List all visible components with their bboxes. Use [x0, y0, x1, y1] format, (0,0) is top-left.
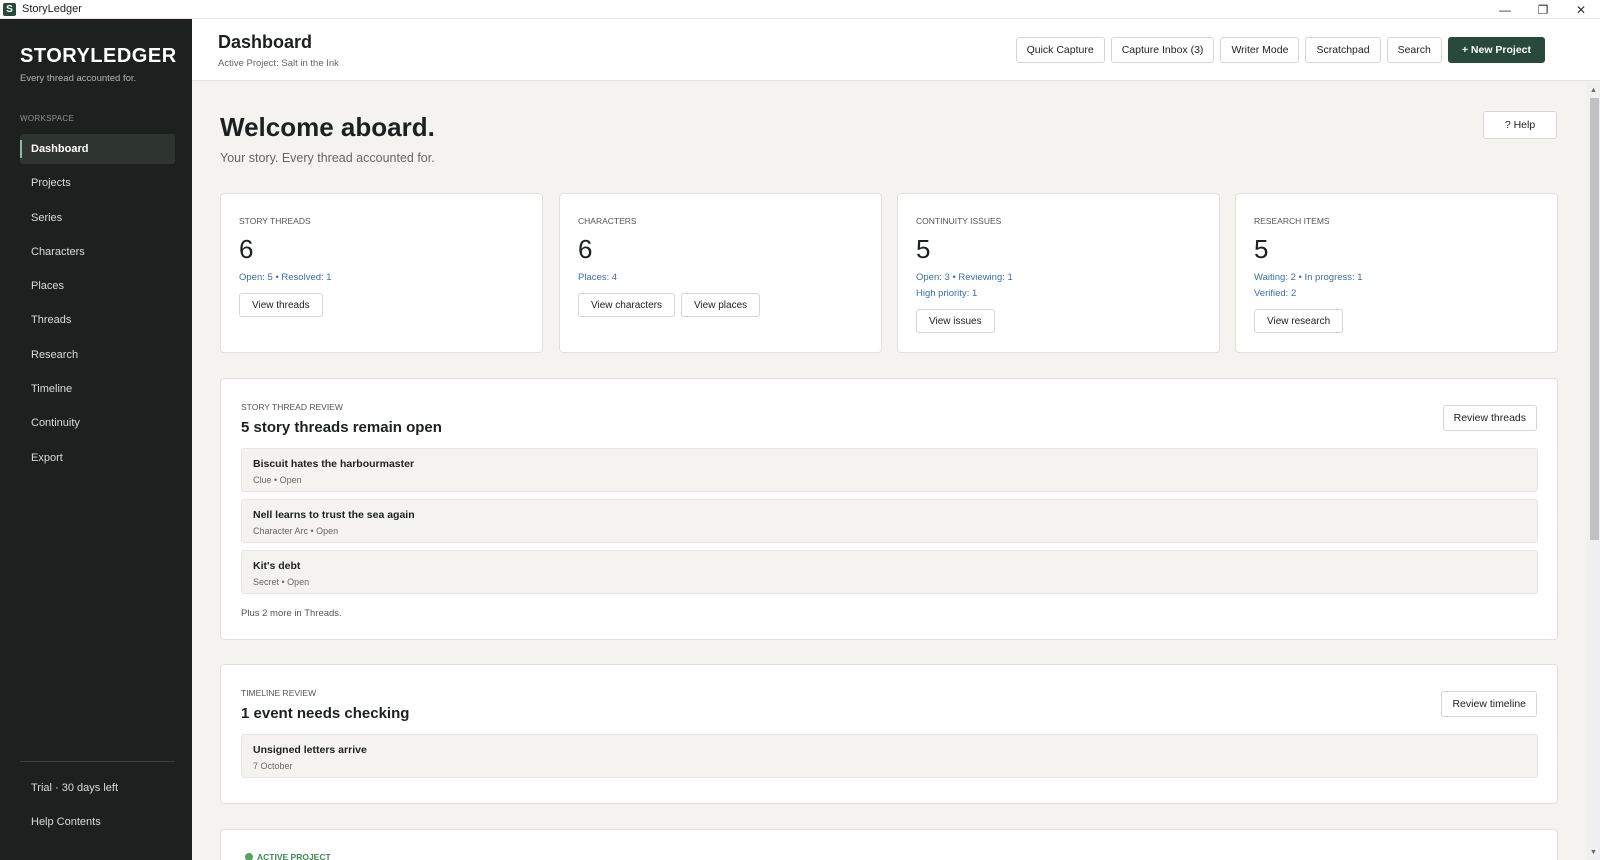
view-threads-button[interactable]: View threads	[239, 293, 323, 317]
stat-label: CONTINUITY ISSUES	[916, 216, 1002, 226]
dashboard-main: Welcome aboard. Your story. Every thread…	[192, 82, 1600, 860]
sidebar-item-series[interactable]: Series	[20, 203, 175, 233]
scratchpad-button[interactable]: Scratchpad	[1305, 37, 1381, 63]
stat-label: RESEARCH ITEMS	[1254, 216, 1330, 226]
thread-row[interactable]: Kit's debt Secret • Open	[241, 550, 1538, 594]
sidebar-item-research[interactable]: Research	[20, 340, 175, 370]
stat-meta-secondary: Verified: 2	[1254, 288, 1297, 299]
view-research-button[interactable]: View research	[1254, 309, 1344, 333]
stat-value: 5	[916, 234, 931, 264]
continuity-issues-card: CONTINUITY ISSUES 5 Open: 3 • Reviewing:…	[897, 193, 1220, 353]
close-icon[interactable]: ✕	[1562, 0, 1600, 19]
thread-title: Nell learns to trust the sea again	[253, 509, 415, 521]
main-scrollbar[interactable]: ▲ ▼	[1587, 82, 1600, 860]
writer-mode-button[interactable]: Writer Mode	[1220, 37, 1300, 63]
help-contents-link[interactable]: Help Contents	[31, 816, 101, 828]
thread-row[interactable]: Biscuit hates the harbourmaster Clue • O…	[241, 448, 1538, 492]
threads-more-note: Plus 2 more in Threads.	[241, 608, 342, 619]
thread-title: Kit's debt	[253, 560, 301, 572]
sidebar-divider	[20, 761, 175, 762]
stat-value: 6	[239, 234, 254, 264]
active-project-subtitle: Active Project: Salt in the Ink	[218, 58, 339, 69]
stat-value: 6	[578, 234, 593, 264]
panel-title: 5 story threads remain open	[241, 419, 442, 436]
sidebar-item-dashboard[interactable]: Dashboard	[20, 134, 175, 164]
new-project-button[interactable]: + New Project	[1447, 37, 1545, 63]
search-button[interactable]: Search	[1386, 37, 1442, 63]
event-title: Unsigned letters arrive	[253, 744, 367, 756]
scroll-up-icon[interactable]: ▲	[1587, 84, 1600, 96]
sidebar-nav: Dashboard Projects Series Characters Pla…	[20, 134, 175, 477]
thread-row[interactable]: Nell learns to trust the sea again Chara…	[241, 499, 1538, 543]
sidebar-item-projects[interactable]: Projects	[20, 168, 175, 198]
stat-meta-secondary: High priority: 1	[916, 288, 978, 299]
characters-card: CHARACTERS 6 Places: 4 View characters V…	[559, 193, 882, 353]
sidebar-item-timeline[interactable]: Timeline	[20, 374, 175, 404]
scroll-down-icon[interactable]: ▼	[1587, 846, 1600, 858]
research-items-card: RESEARCH ITEMS 5 Waiting: 2 • In progres…	[1235, 193, 1558, 353]
review-timeline-button[interactable]: Review timeline	[1441, 691, 1537, 717]
restore-icon[interactable]: ❐	[1524, 0, 1562, 19]
brand-tagline: Every thread accounted for.	[20, 73, 137, 84]
panel-label: TIMELINE REVIEW	[241, 688, 317, 698]
scrollbar-thumb[interactable]	[1590, 98, 1599, 540]
active-project-badge: ACTIVE PROJECT	[245, 852, 331, 860]
page-title: Dashboard	[218, 32, 313, 52]
header-actions: Quick Capture Capture Inbox (3) Writer M…	[1015, 37, 1545, 63]
sidebar-item-characters[interactable]: Characters	[20, 237, 175, 267]
story-thread-review-panel: STORY THREAD REVIEW 5 story threads rema…	[220, 378, 1558, 640]
thread-meta: Clue • Open	[253, 475, 302, 485]
workspace-section-label: WORKSPACE	[20, 114, 75, 123]
active-project-panel: ACTIVE PROJECT	[220, 829, 1558, 860]
trial-status-link[interactable]: Trial · 30 days left	[31, 782, 118, 794]
thread-title: Biscuit hates the harbourmaster	[253, 458, 415, 470]
stat-meta: Open: 3 • Reviewing: 1	[916, 272, 1013, 283]
thread-meta: Secret • Open	[253, 577, 310, 587]
sidebar-item-threads[interactable]: Threads	[20, 305, 175, 335]
stat-label: CHARACTERS	[578, 216, 637, 226]
panel-label: STORY THREAD REVIEW	[241, 402, 343, 412]
welcome-heading: Welcome aboard.	[220, 112, 435, 142]
window-titlebar: S StoryLedger — ❐ ✕	[0, 0, 1600, 19]
timeline-review-panel: TIMELINE REVIEW 1 event needs checking R…	[220, 664, 1558, 804]
thread-meta: Character Arc • Open	[253, 526, 339, 536]
help-button[interactable]: ? Help	[1483, 111, 1557, 139]
quick-capture-button[interactable]: Quick Capture	[1015, 37, 1105, 63]
brand-name: STORYLEDGER	[20, 45, 177, 67]
view-characters-button[interactable]: View characters	[578, 293, 675, 317]
review-threads-button[interactable]: Review threads	[1442, 405, 1537, 431]
panel-title: 1 event needs checking	[241, 705, 410, 722]
window-title: StoryLedger	[22, 3, 82, 15]
app-logo-icon: S	[3, 2, 16, 16]
stat-meta: Places: 4	[578, 272, 618, 283]
active-project-label: ACTIVE PROJECT	[257, 852, 331, 860]
stat-meta: Waiting: 2 • In progress: 1	[1254, 272, 1363, 283]
view-issues-button[interactable]: View issues	[916, 309, 995, 333]
stat-label: STORY THREADS	[239, 216, 311, 226]
view-places-button[interactable]: View places	[680, 293, 761, 317]
sidebar-item-continuity[interactable]: Continuity	[20, 408, 175, 438]
minimize-icon[interactable]: —	[1486, 0, 1524, 19]
welcome-subtitle: Your story. Every thread accounted for.	[220, 151, 435, 165]
sidebar: STORYLEDGER Every thread accounted for. …	[0, 19, 192, 860]
status-dot-icon	[245, 853, 253, 860]
capture-inbox-button[interactable]: Capture Inbox (3)	[1110, 37, 1215, 63]
sidebar-item-places[interactable]: Places	[20, 271, 175, 301]
sidebar-item-export[interactable]: Export	[20, 443, 175, 473]
stat-value: 5	[1254, 234, 1269, 264]
story-threads-card: STORY THREADS 6 Open: 5 • Resolved: 1 Vi…	[220, 193, 543, 353]
page-header: Dashboard Active Project: Salt in the In…	[192, 19, 1600, 81]
stat-meta: Open: 5 • Resolved: 1	[239, 272, 332, 283]
timeline-event-row[interactable]: Unsigned letters arrive 7 October	[241, 734, 1538, 778]
event-date: 7 October	[253, 761, 293, 771]
